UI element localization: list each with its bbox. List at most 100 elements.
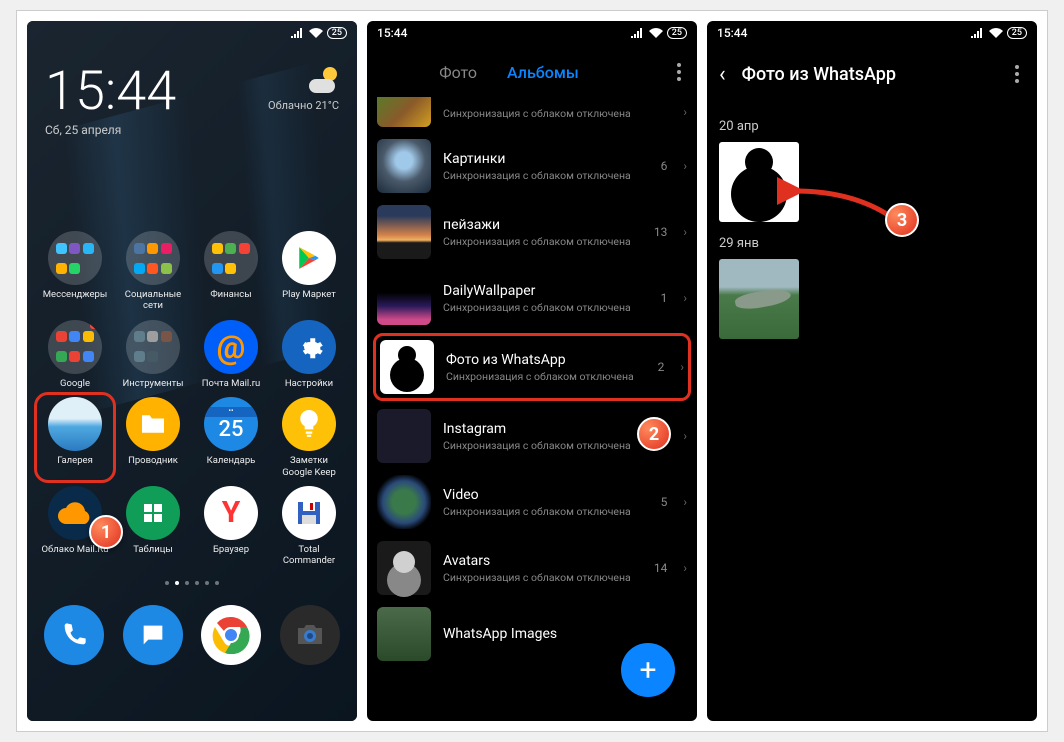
message-icon [139, 621, 167, 649]
wifi-icon [649, 28, 663, 38]
album-thumb [380, 340, 434, 394]
album-photos[interactable]: 20 апр 29 янв [707, 103, 1037, 347]
chevron-right-icon: › [683, 561, 687, 575]
app-explorer[interactable]: Проводник [117, 397, 189, 478]
date-header: 20 апр [719, 119, 1025, 134]
album-thumb [377, 541, 431, 595]
clock-date: Сб, 25 апреля [45, 123, 176, 137]
album-title: Фото из WhatsApp [742, 64, 993, 85]
folder-finance[interactable]: Финансы [195, 231, 267, 312]
status-time: 15:44 [377, 26, 407, 40]
status-icons: 25 [971, 27, 1027, 39]
phone-icon [60, 621, 88, 649]
photo-thumbnail[interactable] [719, 259, 799, 339]
dock-phone[interactable] [44, 605, 104, 665]
app-calendar[interactable]: ••25Календарь [195, 397, 267, 478]
chevron-right-icon: › [683, 429, 687, 443]
chrome-icon [212, 616, 250, 654]
signal-icon [971, 28, 985, 38]
dock-camera[interactable] [280, 605, 340, 665]
album-row-avatars[interactable]: AvatarsСинхронизация с облаком отключена… [373, 535, 691, 601]
status-bar: 15:44 25 [367, 21, 697, 45]
menu-icon[interactable] [1009, 59, 1025, 89]
tab-albums[interactable]: Альбомы [507, 63, 579, 82]
album-detail-header: ‹ Фото из WhatsApp [707, 45, 1037, 103]
step-badge-3: 3 [885, 203, 919, 237]
date-header: 29 янв [719, 236, 1025, 251]
phone-gallery-albums: 15:44 25 Фото Альбомы Синхронизация с об… [367, 21, 697, 721]
step-badge-1: 1 [89, 515, 123, 549]
phone-album-detail: 15:44 25 ‹ Фото из WhatsApp 20 апр 29 ян… [707, 21, 1037, 721]
album-row-dailywallpaper[interactable]: DailyWallpaperСинхронизация с облаком от… [373, 265, 691, 331]
album-row-whatsapp-highlighted[interactable]: Фото из WhatsAppСинхронизация с облаком … [373, 333, 691, 401]
folder-icon [139, 413, 167, 435]
app-keep[interactable]: Заметки Google Keep [273, 397, 345, 478]
photo-thumbnail[interactable] [719, 142, 799, 222]
app-settings[interactable]: Настройки [273, 320, 345, 389]
chevron-right-icon: › [683, 225, 687, 239]
album-thumb [377, 139, 431, 193]
step-badge-2: 2 [637, 417, 671, 451]
dock-messages[interactable] [123, 605, 183, 665]
album-row-pictures[interactable]: КартинкиСинхронизация с облаком отключен… [373, 133, 691, 199]
chevron-right-icon: › [680, 360, 684, 374]
album-thumb [377, 97, 431, 127]
tab-photo[interactable]: Фото [439, 63, 477, 82]
chevron-right-icon: › [683, 159, 687, 173]
album-row[interactable]: Синхронизация с облаком отключена › [373, 91, 691, 133]
album-thumb [377, 607, 431, 661]
weather-icon [309, 65, 339, 95]
status-bar: 15:44 25 [707, 21, 1037, 45]
app-play-market[interactable]: Play Маркет [273, 231, 345, 312]
weather-widget[interactable]: Облачно 21°C [268, 65, 339, 112]
album-thumb [377, 205, 431, 259]
app-gallery-highlighted[interactable]: Галерея [34, 392, 116, 483]
album-thumb [377, 475, 431, 529]
wifi-icon [989, 28, 1003, 38]
tutorial-container: 25 15:44 Сб, 25 апреля Облачно 21°C Месс… [16, 10, 1048, 732]
plus-icon: + [639, 653, 656, 688]
battery-pill: 25 [327, 27, 347, 39]
status-time: 15:44 [717, 26, 747, 40]
page-indicator [39, 581, 345, 585]
album-row-landscapes[interactable]: пейзажиСинхронизация с облаком отключена… [373, 199, 691, 265]
chevron-right-icon: › [683, 105, 687, 119]
status-bar: 25 [27, 21, 357, 45]
clock-time: 15:44 [45, 65, 176, 119]
wifi-icon [309, 28, 323, 38]
signal-icon [631, 28, 645, 38]
album-thumb [377, 409, 431, 463]
app-mailru[interactable]: @Почта Mail.ru [195, 320, 267, 389]
chevron-right-icon: › [683, 291, 687, 305]
fab-add-button[interactable]: + [621, 643, 675, 697]
album-row-video[interactable]: VideoСинхронизация с облаком отключена5› [373, 469, 691, 535]
phone-home-screen: 25 15:44 Сб, 25 апреля Облачно 21°C Месс… [27, 21, 357, 721]
back-button[interactable]: ‹ [719, 62, 726, 87]
grid-icon [141, 501, 165, 525]
folder-messengers[interactable]: Мессенджеры [39, 231, 111, 312]
play-icon [296, 245, 322, 271]
disk-icon [294, 498, 324, 528]
folder-google[interactable]: 1Google [39, 320, 111, 389]
camera-icon [295, 623, 325, 647]
chevron-right-icon: › [683, 495, 687, 509]
folder-social[interactable]: Социальные сети [117, 231, 189, 312]
album-subtitle: Синхронизация с облаком отключена [443, 107, 671, 120]
weather-text: Облачно 21°C [268, 99, 339, 112]
album-thumb [377, 271, 431, 325]
app-yandex-browser[interactable]: YБраузер [195, 486, 267, 567]
dock-chrome[interactable] [201, 605, 261, 665]
signal-icon [291, 28, 305, 38]
albums-list[interactable]: Синхронизация с облаком отключена › Карти… [367, 91, 697, 667]
clock-weather-widget[interactable]: 15:44 Сб, 25 апреля Облачно 21°C [39, 45, 345, 141]
status-icons: 25 [291, 27, 347, 39]
folder-tools[interactable]: Инструменты [117, 320, 189, 389]
app-total-commander[interactable]: Total Commander [273, 486, 345, 567]
gear-icon [294, 332, 324, 362]
app-grid: Мессенджеры Социальные сети Финансы Play… [39, 231, 345, 567]
menu-icon[interactable] [671, 57, 687, 87]
calendar-day: 25 [218, 417, 243, 442]
status-icons: 25 [631, 27, 687, 39]
battery-pill: 25 [1007, 27, 1027, 39]
app-sheets[interactable]: Таблицы [117, 486, 189, 567]
